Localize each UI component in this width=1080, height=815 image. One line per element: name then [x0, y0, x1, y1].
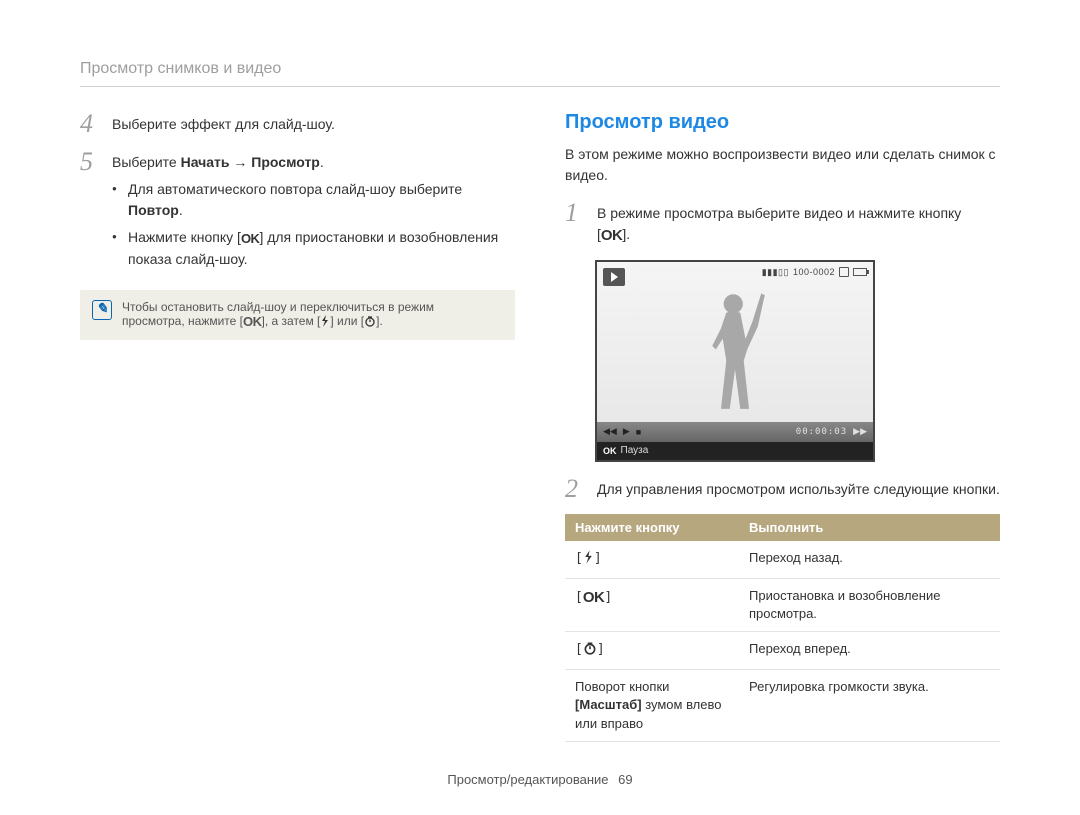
play-mode-icon [603, 268, 625, 286]
button-cell: [OK] [565, 578, 739, 631]
step5-bullets: Для автоматического повтора слайд-шоу вы… [112, 179, 515, 270]
note-line1: Чтобы остановить слайд-шоу и переключить… [122, 300, 434, 314]
note-icon: ✎ [92, 300, 112, 320]
fast-forward-icon: ▶▶ [853, 426, 867, 437]
action-cell: Переход назад. [739, 541, 1000, 579]
ok-button-label: OK [241, 229, 260, 249]
video-preview: ▮▮▮▯▯ 100-0002 ◀◀ ▶ ■ 00:00:03 ▶▶ [595, 260, 875, 462]
button-cell: Поворот кнопки [Масштаб] зумом влево или… [565, 670, 739, 742]
flash-icon [320, 315, 330, 330]
bullet-text-a: Нажмите кнопку [ [128, 229, 241, 245]
play-icon: ▶ [623, 426, 630, 437]
header-title: Просмотр снимков и видео [80, 60, 281, 77]
page-number: 69 [618, 772, 632, 787]
preview-screen: ▮▮▮▯▯ 100-0002 [597, 262, 873, 422]
note-text: Чтобы остановить слайд-шоу и переключить… [122, 300, 434, 330]
step-body: Для управления просмотром используйте сл… [597, 476, 1000, 502]
left-column: 4 Выберите эффект для слайд-шоу. 5 Выбер… [80, 111, 515, 742]
step-body: Выберите эффект для слайд-шоу. [112, 111, 515, 137]
bullet-bold: Повтор [128, 202, 179, 218]
section-title: Просмотр видео [565, 111, 1000, 134]
bullet-item: Нажмите кнопку [OK] для приостановки и в… [112, 227, 515, 270]
preview-top-right: ▮▮▮▯▯ 100-0002 [762, 267, 867, 278]
zoom-text1: Поворот кнопки [575, 679, 669, 694]
preview-controls: ◀◀ ▶ ■ 00:00:03 ▶▶ [597, 422, 873, 442]
ok-button-label: OK [601, 225, 623, 248]
zoom-bold: [Масштаб] [575, 697, 642, 712]
table-row: [OK] Приостановка и возобновление просмо… [565, 578, 1000, 631]
step-number: 2 [565, 476, 585, 502]
battery-icon [853, 268, 867, 276]
right-column: Просмотр видео В этом режиме можно воспр… [565, 111, 1000, 742]
step-body: Выберите Начать → Просмотр. Для автомати… [112, 149, 515, 276]
step5-suffix: . [320, 154, 324, 170]
note-line2b: ], а затем [ [262, 314, 321, 328]
preview-footer: OK Пауза [597, 442, 873, 460]
signal-icon: ▮▮▮▯▯ [762, 267, 789, 278]
table-row: [] Переход вперед. [565, 632, 1000, 670]
note-line2c: ] или [ [330, 314, 364, 328]
page-footer: Просмотр/редактирование 69 [0, 772, 1080, 787]
action-cell: Приостановка и возобновление просмотра. [739, 578, 1000, 631]
step-number: 1 [565, 200, 585, 248]
time-display: 00:00:03 [796, 427, 847, 437]
step1-text-a: В режиме просмотра выберите видео и нажм… [597, 205, 961, 221]
columns: 4 Выберите эффект для слайд-шоу. 5 Выбер… [80, 111, 1000, 742]
page-header: Просмотр снимков и видео [80, 60, 1000, 87]
step5-bold: Начать → Просмотр [181, 154, 320, 170]
note-box: ✎ Чтобы остановить слайд-шоу и переключи… [80, 290, 515, 340]
step-2: 2 Для управления просмотром используйте … [565, 476, 1000, 502]
flash-icon [583, 550, 594, 570]
rewind-icon: ◀◀ [603, 426, 617, 437]
bullet-item: Для автоматического повтора слайд-шоу вы… [112, 179, 515, 221]
ok-button-label: OK [583, 587, 605, 608]
person-silhouette [700, 282, 770, 422]
step-body: В режиме просмотра выберите видео и нажм… [597, 200, 1000, 248]
step5-prefix: Выберите [112, 154, 181, 170]
step1-text-c: ]. [622, 226, 630, 242]
step-number: 5 [80, 149, 100, 276]
note-line2d: ]. [376, 314, 383, 328]
timer-icon [583, 641, 597, 661]
file-number: 100-0002 [793, 267, 835, 277]
footer-section: Просмотр/редактирование [447, 772, 608, 787]
step-1: 1 В режиме просмотра выберите видео и на… [565, 200, 1000, 248]
action-cell: Переход вперед. [739, 632, 1000, 670]
step-5: 5 Выберите Начать → Просмотр. Для автома… [80, 149, 515, 276]
table-header-action: Выполнить [739, 514, 1000, 541]
table-row: Поворот кнопки [Масштаб] зумом влево или… [565, 670, 1000, 742]
pause-label: Пауза [621, 445, 649, 456]
controls-table: Нажмите кнопку Выполнить [] Переход наза… [565, 514, 1000, 742]
table-header-button: Нажмите кнопку [565, 514, 739, 541]
table-row: [] Переход назад. [565, 541, 1000, 579]
ok-label: OK [603, 446, 617, 456]
bullet-text-b: . [179, 202, 183, 218]
step-4: 4 Выберите эффект для слайд-шоу. [80, 111, 515, 137]
stop-icon: ■ [636, 427, 641, 437]
button-cell: [] [565, 632, 739, 670]
card-icon [839, 267, 849, 277]
intro-text: В этом режиме можно воспроизвести видео … [565, 144, 1000, 186]
timer-icon [364, 315, 376, 330]
button-cell: [] [565, 541, 739, 579]
action-cell: Регулировка громкости звука. [739, 670, 1000, 742]
step-number: 4 [80, 111, 100, 137]
ok-button-label: OK [243, 314, 262, 329]
bullet-text-a: Для автоматического повтора слайд-шоу вы… [128, 181, 462, 197]
note-line2a: просмотра, нажмите [ [122, 314, 243, 328]
